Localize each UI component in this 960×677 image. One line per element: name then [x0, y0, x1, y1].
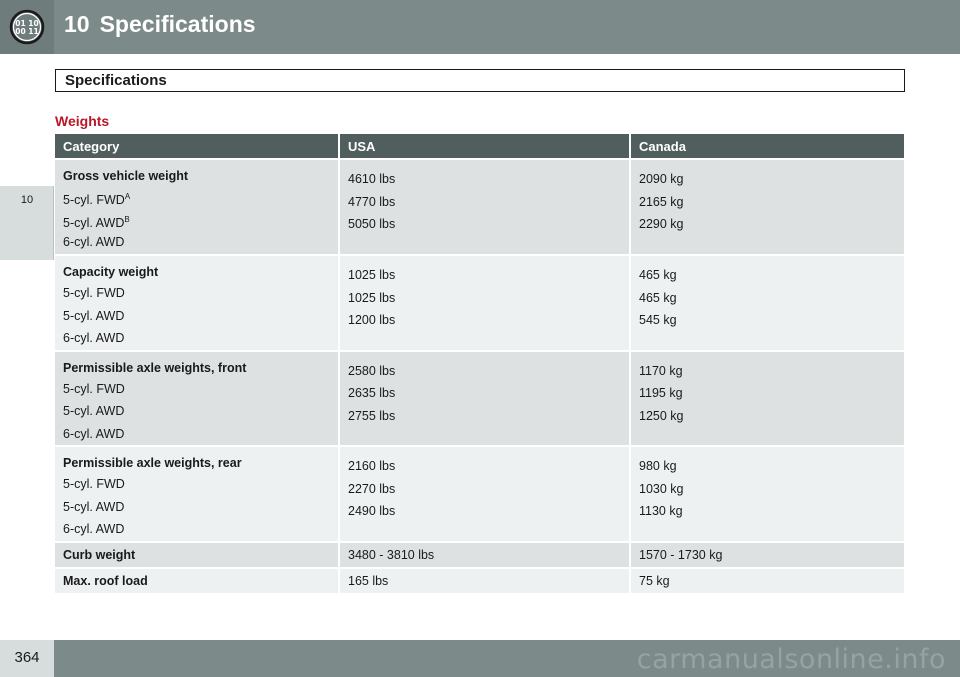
canada-cell: 1170 kg 1195 kg 1250 kg — [630, 349, 904, 446]
column-header-usa: USA — [339, 134, 631, 159]
footnote-marker: B — [124, 214, 130, 224]
canada-value: 1030 kg — [639, 481, 684, 496]
row-label: 5-cyl. FWD — [63, 286, 125, 300]
weights-heading: Weights — [55, 113, 110, 129]
row-label: 5-cyl. AWD — [63, 308, 125, 323]
row-label: 5-cyl. AWDB — [63, 214, 130, 230]
usa-cell: 165 lbs — [339, 566, 631, 593]
row-label: 6-cyl. AWD — [63, 331, 125, 345]
chapter-number: 10 — [64, 11, 90, 37]
usa-value: 1025 lbs — [348, 290, 396, 305]
canada-cell: 465 kg 465 kg 545 kg — [630, 254, 904, 351]
usa-value: 3480 - 3810 lbs — [348, 547, 435, 562]
chapter-icon-box: 01 10 00 11 — [0, 0, 54, 54]
left-rail: 10 — [0, 54, 54, 640]
chapter-tab-label: 10 — [20, 194, 34, 206]
canada-cell: 980 kg 1030 kg 1130 kg — [630, 445, 904, 542]
row-label: 5-cyl. AWD — [63, 499, 125, 514]
group-title: Gross vehicle weight — [63, 169, 189, 183]
chapter-title-text: Specifications — [99, 11, 256, 37]
usa-value: 2635 lbs — [348, 386, 396, 400]
usa-value: 4770 lbs — [348, 194, 396, 209]
category-cell: Gross vehicle weight 5-cyl. FWDA 5-cyl. … — [55, 158, 340, 255]
group-title: Capacity weight — [63, 265, 159, 279]
canada-value: 75 kg — [639, 573, 670, 588]
category-cell: Max. roof load — [55, 566, 340, 593]
canada-value: 465 kg — [639, 290, 677, 305]
chapter-title: 10 Specifications — [64, 11, 256, 38]
section-title: Specifications — [65, 72, 167, 89]
usa-cell: 2160 lbs 2270 lbs 2490 lbs — [339, 445, 631, 542]
column-header-canada: Canada — [630, 134, 904, 159]
category-cell: Capacity weight 5-cyl. FWD 5-cyl. AWD 6-… — [55, 254, 340, 351]
group-title: Permissible axle weights, front — [63, 360, 247, 375]
usa-value: 2490 lbs — [348, 504, 396, 518]
odometer-digits-bottom: 00 11 — [15, 27, 39, 36]
odometer-icon: 01 10 00 11 — [9, 9, 45, 45]
usa-cell: 2580 lbs 2635 lbs 2755 lbs — [339, 349, 631, 446]
usa-value: 4610 lbs — [348, 172, 396, 186]
usa-value: 2755 lbs — [348, 408, 396, 423]
page-number-box: 364 — [0, 640, 54, 677]
canada-value: 1250 kg — [639, 408, 684, 423]
footnote-marker: A — [124, 192, 131, 201]
usa-value: 1200 lbs — [348, 313, 396, 327]
table-row: Max. roof load 165 lbs 75 kg — [55, 566, 904, 593]
row-label: 5-cyl. FWD — [63, 477, 125, 491]
table-row: Permissible axle weights, front 5-cyl. F… — [55, 349, 904, 446]
canada-value: 2290 kg — [639, 217, 684, 231]
usa-cell: 4610 lbs 4770 lbs 5050 lbs — [339, 158, 631, 255]
row-label: Curb weight — [63, 547, 136, 562]
chapter-tab[interactable]: 10 — [0, 186, 54, 260]
usa-value: 5050 lbs — [348, 217, 396, 231]
canada-cell: 75 kg — [630, 566, 904, 593]
usa-cell: 3480 - 3810 lbs — [339, 540, 631, 568]
canada-value: 2165 kg — [639, 194, 684, 209]
usa-value: 2580 lbs — [348, 363, 396, 378]
usa-cell: 1025 lbs 1025 lbs 1200 lbs — [339, 254, 631, 351]
group-title: Permissible axle weights, rear — [63, 456, 242, 470]
page-number: 364 — [14, 649, 40, 666]
row-label: 6-cyl. AWD — [63, 426, 125, 441]
table-header-row: Category USA Canada — [55, 134, 904, 159]
usa-value: 165 lbs — [348, 573, 389, 588]
row-label: 6-cyl. AWD — [63, 522, 125, 536]
chapter-header: 01 10 00 11 10 Specifications — [0, 0, 960, 54]
canada-value: 545 kg — [639, 313, 677, 327]
canada-value: 1130 kg — [639, 504, 683, 518]
row-label: 5-cyl. FWD — [63, 381, 125, 396]
canada-cell: 1570 - 1730 kg — [630, 540, 904, 568]
watermark: carmanualsonline.info — [636, 644, 946, 675]
row-label: Max. roof load — [63, 573, 148, 588]
table-row: Curb weight 3480 - 3810 lbs 1570 - 1730 … — [55, 540, 904, 568]
canada-value: 980 kg — [639, 459, 677, 473]
table-row: Capacity weight 5-cyl. FWD 5-cyl. AWD 6-… — [55, 254, 904, 351]
row-label: 5-cyl. AWD — [63, 404, 125, 418]
canada-value: 1170 kg — [639, 363, 683, 378]
usa-value: 2270 lbs — [348, 481, 396, 496]
row-label: 5-cyl. FWDA — [63, 192, 131, 208]
page-footer: 364 carmanualsonline.info — [0, 640, 960, 677]
usa-value: 2160 lbs — [348, 459, 396, 473]
row-label: 6-cyl. AWD — [63, 235, 125, 249]
column-header-category: Category — [55, 134, 340, 159]
table-row: Gross vehicle weight 5-cyl. FWDA 5-cyl. … — [55, 158, 904, 255]
canada-cell: 2090 kg 2165 kg 2290 kg — [630, 158, 904, 255]
weights-table: Category USA Canada Gross vehicle weight… — [55, 134, 904, 593]
category-cell: Curb weight — [55, 540, 340, 568]
category-cell: Permissible axle weights, rear 5-cyl. FW… — [55, 445, 340, 542]
canada-value: 2090 kg — [639, 172, 684, 186]
table-row: Permissible axle weights, rear 5-cyl. FW… — [55, 445, 904, 542]
canada-value: 1195 kg — [639, 386, 683, 400]
canada-value: 1570 - 1730 kg — [639, 547, 723, 562]
category-cell: Permissible axle weights, front 5-cyl. F… — [55, 349, 340, 446]
usa-value: 1025 lbs — [348, 268, 396, 282]
canada-value: 465 kg — [639, 268, 677, 282]
section-header: Specifications — [55, 69, 905, 92]
